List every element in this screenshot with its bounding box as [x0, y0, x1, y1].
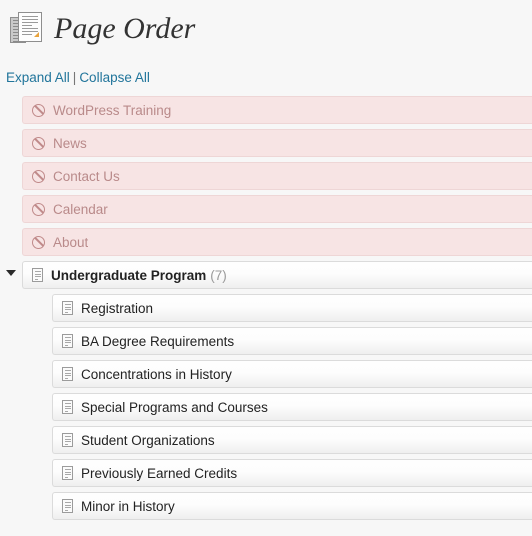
tree-row[interactable]: Contact Us	[22, 162, 532, 190]
page-icon	[62, 301, 73, 315]
page-order-tree: WordPress Training News Contact Us Calendar…	[0, 96, 532, 520]
tree-row-label: Contact Us	[53, 168, 120, 184]
tree-row-label: Minor in History	[81, 498, 175, 514]
tree-row-wrapper: Calendar	[0, 195, 532, 223]
page-header: Page Order	[0, 0, 532, 48]
child-count-badge: (7)	[210, 267, 227, 283]
tree-row-wrapper: Registration	[0, 294, 532, 322]
ban-icon	[32, 136, 45, 150]
tree-row[interactable]: About	[22, 228, 532, 256]
tree-row-wrapper: BA Degree Requirements	[0, 327, 532, 355]
tree-row-label: Undergraduate Program	[51, 267, 207, 283]
tree-row[interactable]: Special Programs and Courses	[52, 393, 532, 421]
tree-row[interactable]: WordPress Training	[22, 96, 532, 124]
tree-row-wrapper: About	[0, 228, 532, 256]
expand-collapse-bar: Expand All | Collapse All	[0, 48, 532, 85]
page-icon	[32, 268, 43, 282]
tree-row-label: Student Organizations	[81, 432, 215, 448]
page-icon	[62, 400, 73, 414]
tree-row-label: BA Degree Requirements	[81, 333, 235, 349]
tree-row-label: News	[53, 135, 87, 151]
link-separator: |	[72, 70, 77, 85]
page-icon	[62, 466, 73, 480]
tree-row[interactable]: Previously Earned Credits	[52, 459, 532, 487]
collapse-triangle-icon[interactable]	[6, 270, 16, 276]
tree-row-wrapper: Previously Earned Credits	[0, 459, 532, 487]
page-icon	[62, 367, 73, 381]
page-icon	[62, 334, 73, 348]
tree-row-wrapper: Contact Us	[0, 162, 532, 190]
page-title: Page Order	[54, 11, 196, 45]
tree-row-label: Previously Earned Credits	[81, 465, 238, 481]
tree-row[interactable]: Minor in History	[52, 492, 532, 520]
ban-icon	[32, 235, 45, 249]
tree-row[interactable]: Concentrations in History	[52, 360, 532, 388]
tree-row-wrapper: News	[0, 129, 532, 157]
collapse-all-link[interactable]: Collapse All	[79, 70, 150, 85]
tree-row-label: Concentrations in History	[81, 366, 232, 382]
tree-row[interactable]: BA Degree Requirements	[52, 327, 532, 355]
ban-icon	[32, 202, 45, 216]
tree-row-label: Calendar	[53, 201, 108, 217]
tree-row-wrapper: Minor in History	[0, 492, 532, 520]
tree-row[interactable]: Registration	[52, 294, 532, 322]
expand-all-link[interactable]: Expand All	[6, 70, 70, 85]
page-icon	[62, 499, 73, 513]
tree-row-label: Special Programs and Courses	[81, 399, 268, 415]
tree-row-label: WordPress Training	[53, 102, 172, 118]
tree-row-label: About	[53, 234, 89, 250]
tree-row[interactable]: News	[22, 129, 532, 157]
tree-row-wrapper: Undergraduate Program (7)	[0, 261, 532, 289]
documents-stack-icon	[9, 11, 45, 47]
tree-row-wrapper: Concentrations in History	[0, 360, 532, 388]
tree-row-wrapper: Student Organizations	[0, 426, 532, 454]
tree-row[interactable]: Student Organizations	[52, 426, 532, 454]
ban-icon	[32, 103, 45, 117]
tree-row-label: Registration	[81, 300, 154, 316]
tree-row[interactable]: Calendar	[22, 195, 532, 223]
tree-row[interactable]: Undergraduate Program (7)	[22, 261, 532, 289]
tree-row-wrapper: Special Programs and Courses	[0, 393, 532, 421]
ban-icon	[32, 169, 45, 183]
page-icon	[62, 433, 73, 447]
tree-row-wrapper: WordPress Training	[0, 96, 532, 124]
